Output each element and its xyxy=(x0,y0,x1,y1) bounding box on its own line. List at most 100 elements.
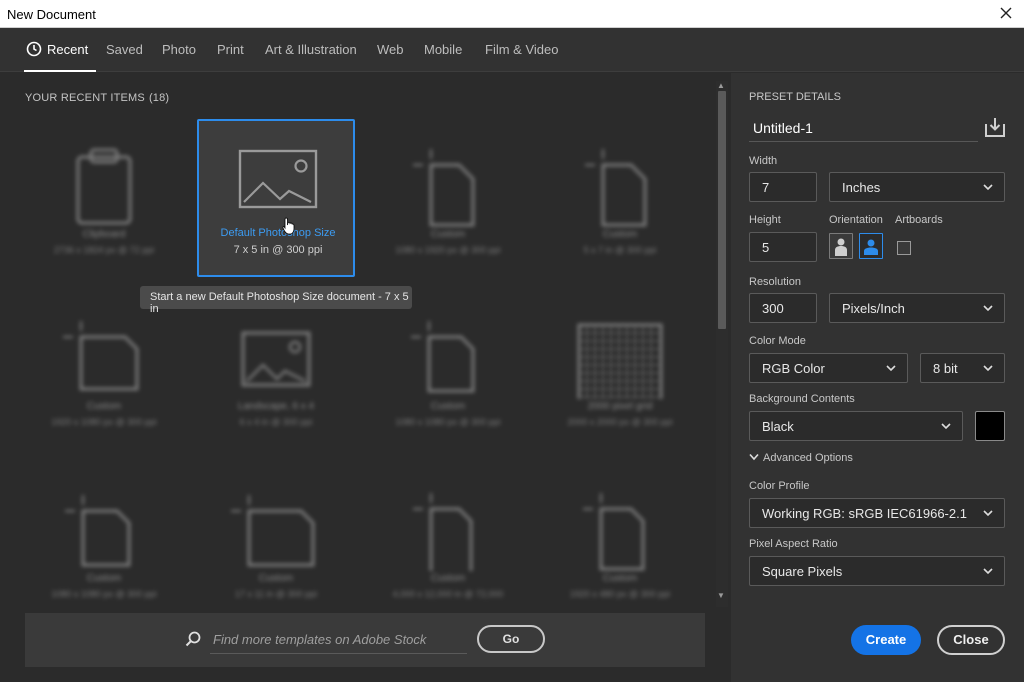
recent-items-panel: YOUR RECENT ITEMS (18) Clipboard 2736 x 1… xyxy=(0,73,731,682)
document-icon xyxy=(369,137,527,227)
chevron-down-icon xyxy=(749,452,759,464)
item-name: Custom xyxy=(86,573,122,584)
chevron-down-icon xyxy=(982,181,994,196)
item-meta: 6 x 4 in @ 300 ppi xyxy=(239,417,313,427)
recent-item-custom-2[interactable]: Custom 5 x 7 in @ 300 ppi xyxy=(541,119,699,277)
scroll-down-icon[interactable]: ▼ xyxy=(717,591,725,600)
landscape-orientation-button[interactable] xyxy=(859,233,883,259)
close-button[interactable]: Close xyxy=(937,625,1005,655)
background-contents-select[interactable]: Black xyxy=(749,411,963,441)
tab-recent[interactable]: Recent xyxy=(47,42,88,57)
recent-item-custom-1[interactable]: Custom 1080 x 1920 px @ 300 ppi xyxy=(369,119,527,277)
document-icon xyxy=(369,309,527,399)
tab-film-video[interactable]: Film & Video xyxy=(485,42,558,57)
preset-details-title: PRESET DETAILS xyxy=(749,91,841,103)
category-tabs: Recent Saved Photo Print Art & Illustrat… xyxy=(0,28,1024,72)
create-button[interactable]: Create xyxy=(851,625,921,655)
item-name: Custom xyxy=(602,229,638,240)
background-color-swatch[interactable] xyxy=(975,411,1005,441)
item-name: Custom xyxy=(430,573,466,584)
color-profile-label: Color Profile xyxy=(749,480,810,492)
recent-items-title: YOUR RECENT ITEMS xyxy=(25,92,145,104)
chevron-down-icon xyxy=(940,420,952,435)
document-icon xyxy=(25,481,183,571)
item-name: Default Photoshop Size xyxy=(220,227,336,239)
tooltip: Start a new Default Photoshop Size docum… xyxy=(140,286,412,315)
go-button[interactable]: Go xyxy=(477,625,545,653)
resolution-unit-select[interactable]: Pixels/Inch xyxy=(829,293,1005,323)
tab-print[interactable]: Print xyxy=(217,42,244,57)
height-label: Height xyxy=(749,214,781,226)
recent-item-custom-5[interactable]: Custom 1080 x 1080 px @ 300 ppi xyxy=(25,463,183,621)
resolution-unit-value: Pixels/Inch xyxy=(842,301,905,316)
item-meta: 1080 x 1920 px @ 300 ppi xyxy=(395,245,501,255)
item-meta: 4,000 x 12,000 in @ 72,000 xyxy=(392,589,504,599)
tab-saved[interactable]: Saved xyxy=(106,42,143,57)
orientation-label: Orientation xyxy=(829,214,883,226)
color-mode-select[interactable]: RGB Color xyxy=(749,353,908,383)
document-icon xyxy=(369,481,527,575)
recent-item-custom-7[interactable]: Custom 4,000 x 12,000 in @ 72,000 xyxy=(369,463,527,621)
item-meta: 1080 x 1080 px @ 300 ppi xyxy=(395,417,501,427)
bit-depth-value: 8 bit xyxy=(933,361,958,376)
width-unit-value: Inches xyxy=(842,180,881,195)
landscape-image-icon xyxy=(199,139,357,229)
window-title: New Document xyxy=(7,7,96,22)
search-underline xyxy=(210,653,467,654)
item-name: 2000 pixel grid xyxy=(587,401,653,412)
recent-item-custom-6[interactable]: Custom 17 x 11 in @ 300 ppi xyxy=(197,463,355,621)
height-input[interactable]: 5 xyxy=(749,232,817,262)
grid-icon xyxy=(541,309,699,409)
chevron-down-icon xyxy=(982,362,994,377)
item-name: Custom xyxy=(86,401,122,412)
resolution-label: Resolution xyxy=(749,276,801,288)
advanced-options-toggle[interactable]: Advanced Options xyxy=(749,452,853,464)
tab-photo[interactable]: Photo xyxy=(162,42,196,57)
scrollbar-thumb[interactable] xyxy=(718,91,726,329)
color-mode-label: Color Mode xyxy=(749,335,806,347)
hand-pointer-icon xyxy=(282,217,296,240)
landscape-image-icon xyxy=(197,309,355,399)
portrait-orientation-button[interactable] xyxy=(829,233,853,259)
recent-item-custom-4[interactable]: Custom 1080 x 1080 px @ 300 ppi xyxy=(369,291,527,449)
recent-item-default-photoshop-size[interactable]: Default Photoshop Size 7 x 5 in @ 300 pp… xyxy=(197,119,355,277)
scroll-up-icon[interactable]: ▲ xyxy=(717,81,725,90)
item-name: Landscape, 6 x 4 xyxy=(237,401,315,412)
item-meta: 17 x 11 in @ 300 ppi xyxy=(234,589,318,599)
tab-web[interactable]: Web xyxy=(377,42,404,57)
chevron-down-icon xyxy=(982,565,994,580)
document-name-underline xyxy=(749,141,978,142)
document-name-input[interactable]: Untitled-1 xyxy=(753,120,813,136)
close-window-icon[interactable] xyxy=(996,3,1016,23)
item-meta: 7 x 5 in @ 300 ppi xyxy=(233,244,323,256)
bit-depth-select[interactable]: 8 bit xyxy=(920,353,1005,383)
width-label: Width xyxy=(749,155,778,167)
recent-item-custom-3[interactable]: Custom 1920 x 1080 px @ 300 ppi xyxy=(25,291,183,449)
recent-item-landscape[interactable]: Landscape, 6 x 4 6 x 4 in @ 300 ppi xyxy=(197,291,355,449)
pixel-aspect-ratio-select[interactable]: Square Pixels xyxy=(749,556,1005,586)
width-input[interactable]: 7 xyxy=(749,172,817,202)
document-landscape-icon xyxy=(197,481,355,571)
title-bar: New Document xyxy=(0,0,1024,28)
item-name: Clipboard xyxy=(82,229,126,240)
save-preset-icon[interactable] xyxy=(984,116,1006,143)
adobe-stock-search-bar: Find more templates on Adobe Stock Go xyxy=(25,613,705,667)
background-contents-value: Black xyxy=(762,419,794,434)
color-profile-select[interactable]: Working RGB: sRGB IEC61966-2.1 xyxy=(749,498,1005,528)
artboards-checkbox[interactable] xyxy=(897,241,911,255)
search-icon xyxy=(185,631,201,652)
item-meta: 2000 x 2000 px @ 300 ppi xyxy=(567,417,673,427)
stock-search-input[interactable]: Find more templates on Adobe Stock xyxy=(213,632,426,647)
recent-item-clipboard[interactable]: Clipboard 2736 x 1824 px @ 72 ppi xyxy=(25,119,183,277)
advanced-options-label: Advanced Options xyxy=(763,452,853,464)
recent-item-pixel-grid[interactable]: 2000 pixel grid 2000 x 2000 px @ 300 ppi xyxy=(541,291,699,449)
tab-mobile[interactable]: Mobile xyxy=(424,42,462,57)
tab-art-illustration[interactable]: Art & Illustration xyxy=(265,42,357,57)
chevron-down-icon xyxy=(982,507,994,522)
item-name: Custom xyxy=(430,229,466,240)
width-unit-select[interactable]: Inches xyxy=(829,172,1005,202)
resolution-input[interactable]: 300 xyxy=(749,293,817,323)
artboards-label: Artboards xyxy=(895,214,943,226)
recent-item-custom-8[interactable]: Custom 1920 x 480 px @ 300 ppi xyxy=(541,463,699,621)
clipboard-icon xyxy=(25,137,183,227)
